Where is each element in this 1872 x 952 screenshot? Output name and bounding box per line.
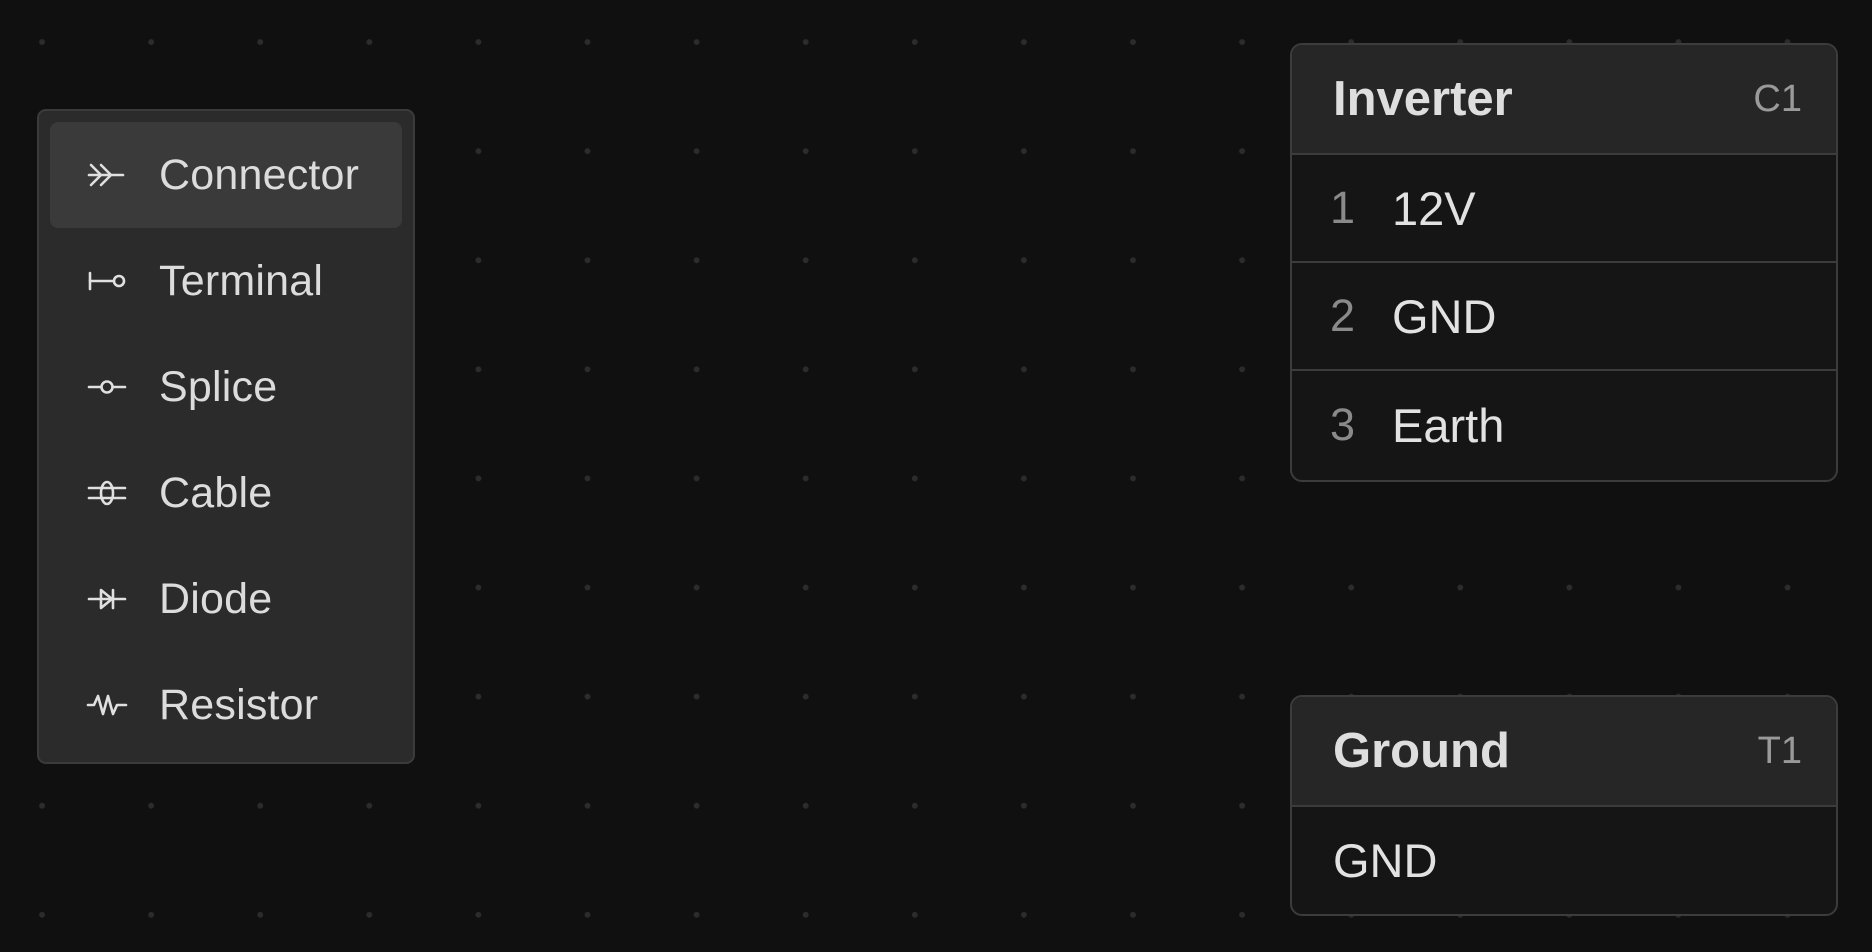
node-ref: C1: [1753, 77, 1802, 120]
pin-label: 12V: [1392, 181, 1476, 235]
resistor-icon: [85, 690, 129, 720]
menu-item-splice[interactable]: Splice: [50, 334, 402, 440]
menu-item-diode[interactable]: Diode: [50, 546, 402, 652]
menu-item-cable[interactable]: Cable: [50, 440, 402, 546]
menu-item-resistor[interactable]: Resistor: [50, 652, 402, 758]
pin-label: Earth: [1392, 398, 1505, 452]
menu-item-terminal[interactable]: Terminal: [50, 228, 402, 334]
splice-icon: [85, 372, 129, 402]
pin-row[interactable]: 1 12V: [1292, 155, 1836, 263]
menu-item-connector[interactable]: Connector: [50, 122, 402, 228]
diode-icon: [85, 584, 129, 614]
node-header[interactable]: Ground T1: [1292, 697, 1836, 807]
pin-row[interactable]: GND: [1292, 807, 1836, 914]
menu-item-label: Cable: [159, 468, 273, 517]
pin-number: 1: [1330, 182, 1356, 233]
node-header[interactable]: Inverter C1: [1292, 45, 1836, 155]
pin-number: 2: [1330, 290, 1356, 341]
cable-icon: [85, 478, 129, 508]
pin-label: GND: [1392, 289, 1497, 343]
connector-icon: [85, 160, 129, 190]
node-inverter[interactable]: Inverter C1 1 12V 2 GND 3 Earth: [1290, 43, 1838, 482]
menu-item-label: Resistor: [159, 680, 319, 729]
pin-label: GND: [1333, 834, 1438, 887]
pin-row[interactable]: 3 Earth: [1292, 371, 1836, 479]
menu-item-label: Diode: [159, 574, 273, 623]
node-ground[interactable]: Ground T1 GND: [1290, 695, 1838, 916]
menu-item-label: Connector: [159, 150, 360, 199]
terminal-icon: [85, 266, 129, 296]
menu-item-label: Splice: [159, 362, 278, 411]
pin-number: 3: [1330, 399, 1356, 450]
component-menu: Connector Terminal Splice Cable Diode Re…: [37, 109, 415, 764]
menu-item-label: Terminal: [159, 256, 324, 305]
node-title: Ground: [1333, 724, 1510, 778]
pin-row[interactable]: 2 GND: [1292, 263, 1836, 371]
node-ref: T1: [1757, 729, 1802, 772]
node-title: Inverter: [1333, 72, 1513, 126]
